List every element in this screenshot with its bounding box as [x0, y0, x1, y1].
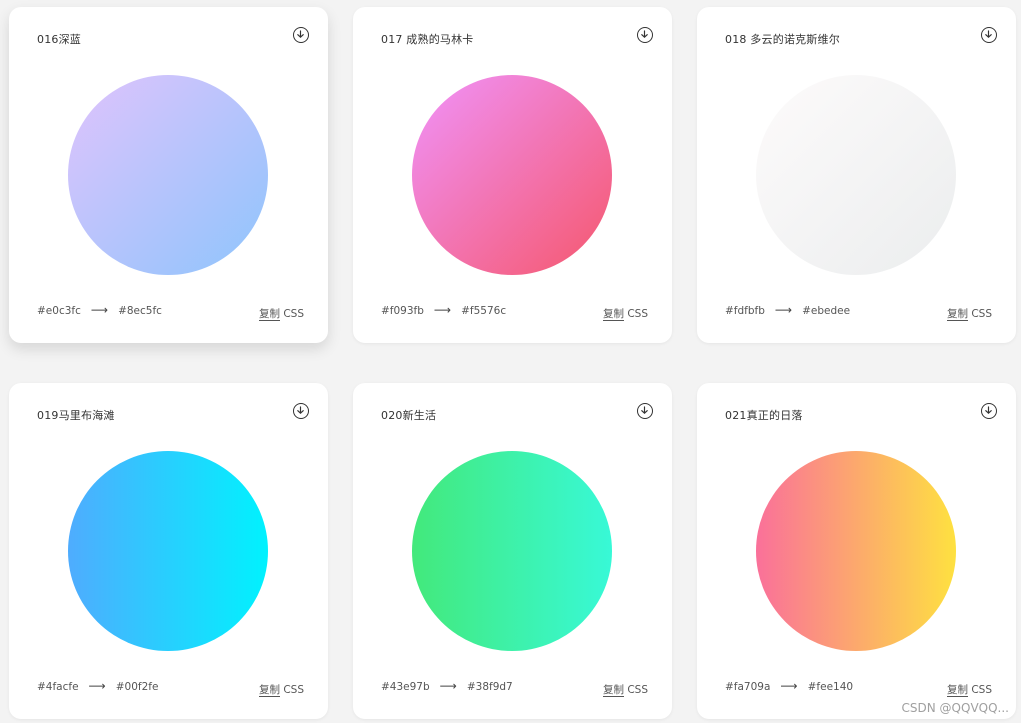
download-icon[interactable] — [637, 403, 653, 419]
start-color-hex: #e0c3fc — [37, 305, 81, 317]
copy-label: 复制 — [603, 308, 624, 321]
end-color-hex: #00f2fe — [115, 681, 159, 693]
copy-label: 复制 — [947, 684, 968, 697]
css-label: CSS — [280, 684, 304, 696]
download-icon[interactable] — [637, 27, 653, 43]
arrow-right-icon: ⟶ — [88, 679, 106, 693]
start-color-hex: #43e97b — [381, 681, 430, 693]
arrow-right-icon: ⟶ — [90, 303, 109, 317]
start-color-hex: #fdfbfb — [725, 305, 765, 317]
color-range: #43e97b ⟶ #38f9d7 — [381, 679, 513, 693]
css-label: CSS — [968, 684, 992, 696]
copy-label: 复制 — [259, 308, 280, 321]
css-label: CSS — [968, 308, 992, 320]
css-label: CSS — [624, 684, 648, 696]
gradient-swatch — [756, 451, 956, 651]
end-color-hex: #fee140 — [807, 681, 854, 693]
gradient-card[interactable]: 017 成熟的马林卡 #f093fb ⟶ #f5576c 复制 CSS — [353, 7, 672, 343]
color-range: #f093fb ⟶ #f5576c — [381, 303, 506, 317]
copy-css-button[interactable]: 复制 CSS — [603, 306, 648, 321]
download-icon[interactable] — [293, 403, 309, 419]
gradient-card-grid: 016深蓝 #e0c3fc ⟶ #8ec5fc 复制 CSS 017 成熟的马林卡 … — [0, 0, 1021, 723]
gradient-swatch — [68, 75, 268, 275]
css-label: CSS — [280, 308, 304, 320]
gradient-swatch — [68, 451, 268, 651]
gradient-swatch — [756, 75, 956, 275]
end-color-hex: #f5576c — [461, 305, 507, 317]
gradient-card[interactable]: 019马里布海滩 #4facfe ⟶ #00f2fe 复制 CSS — [9, 383, 328, 719]
end-color-hex: #8ec5fc — [118, 305, 162, 317]
css-label: CSS — [624, 308, 648, 320]
start-color-hex: #fa709a — [725, 681, 771, 693]
arrow-right-icon: ⟶ — [774, 303, 793, 317]
card-title: 020新生活 — [381, 409, 437, 422]
arrow-right-icon: ⟶ — [780, 679, 798, 693]
gradient-card[interactable]: 020新生活 #43e97b ⟶ #38f9d7 复制 CSS — [353, 383, 672, 719]
copy-css-button[interactable]: 复制 CSS — [603, 682, 648, 697]
card-title: 016深蓝 — [37, 33, 81, 46]
start-color-hex: #f093fb — [381, 305, 424, 317]
download-icon[interactable] — [293, 27, 309, 43]
copy-label: 复制 — [603, 684, 624, 697]
copy-css-button[interactable]: 复制 CSS — [259, 682, 304, 697]
card-title: 019马里布海滩 — [37, 409, 115, 422]
arrow-right-icon: ⟶ — [433, 303, 452, 317]
gradient-card[interactable]: 016深蓝 #e0c3fc ⟶ #8ec5fc 复制 CSS — [9, 7, 328, 343]
copy-css-button[interactable]: 复制 CSS — [947, 682, 992, 697]
gradient-swatch — [412, 75, 612, 275]
card-title: 018 多云的诺克斯维尔 — [725, 33, 840, 46]
copy-css-button[interactable]: 复制 CSS — [259, 306, 304, 321]
card-title: 021真正的日落 — [725, 409, 803, 422]
copy-label: 复制 — [259, 684, 280, 697]
end-color-hex: #ebedee — [802, 305, 851, 317]
download-icon[interactable] — [981, 27, 997, 43]
copy-label: 复制 — [947, 308, 968, 321]
download-icon[interactable] — [981, 403, 997, 419]
end-color-hex: #38f9d7 — [466, 681, 513, 693]
color-range: #4facfe ⟶ #00f2fe — [37, 679, 158, 693]
color-range: #e0c3fc ⟶ #8ec5fc — [37, 303, 162, 317]
card-title: 017 成熟的马林卡 — [381, 33, 474, 46]
start-color-hex: #4facfe — [37, 681, 79, 693]
color-range: #fa709a ⟶ #fee140 — [725, 679, 853, 693]
gradient-card[interactable]: 018 多云的诺克斯维尔 #fdfbfb ⟶ #ebedee 复制 CSS — [697, 7, 1016, 343]
watermark: CSDN @QQVQQ... — [901, 701, 1009, 715]
copy-css-button[interactable]: 复制 CSS — [947, 306, 992, 321]
gradient-swatch — [412, 451, 612, 651]
color-range: #fdfbfb ⟶ #ebedee — [725, 303, 850, 317]
arrow-right-icon: ⟶ — [439, 679, 457, 693]
gradient-card[interactable]: 021真正的日落 #fa709a ⟶ #fee140 复制 CSS — [697, 383, 1016, 719]
